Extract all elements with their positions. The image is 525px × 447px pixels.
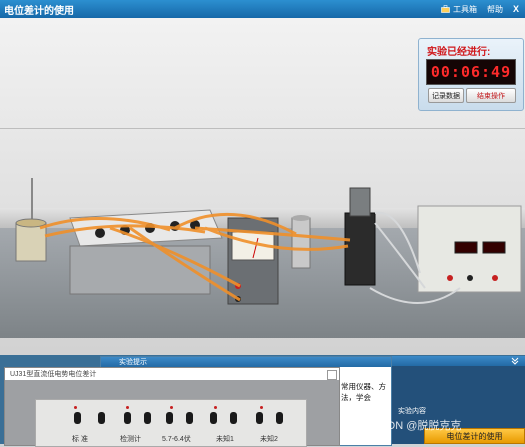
toolbox-button[interactable]: 工具箱 xyxy=(441,4,477,15)
terminal-dot xyxy=(74,406,77,409)
terminal-label: 未知1 xyxy=(216,436,234,443)
terminal-label: 标 准 xyxy=(72,436,88,443)
terminal-dot xyxy=(126,406,129,409)
standard-cell[interactable] xyxy=(291,215,311,269)
content-panel-title: 实验内容 xyxy=(398,408,426,415)
elapsed-time-display: 00:06:49 xyxy=(426,59,516,85)
toolbox-label: 工具箱 xyxy=(452,4,477,14)
hint-header[interactable]: 实验提示 xyxy=(101,357,391,367)
terminal-knob[interactable] xyxy=(144,412,151,424)
terminal-label: 5.7-6.4伏 xyxy=(162,436,191,443)
hint-text: 常用仪器、方法，学会 xyxy=(341,382,386,402)
terminal-knob[interactable] xyxy=(276,412,283,424)
potentiometer-face: 标 准 检测计 5.7-6.4伏 未知1 未知2 xyxy=(35,399,307,447)
terminal-knob[interactable] xyxy=(186,412,193,424)
terminal-dot xyxy=(214,406,217,409)
help-button[interactable]: 帮助 xyxy=(487,4,503,15)
image-window-close-button[interactable] xyxy=(327,370,337,380)
instrument-image-window[interactable]: UJ31型直流低电势电位差计 标 准 检测计 5.7-6.4伏 未知1 未知2 xyxy=(4,367,340,447)
terminal-knob[interactable] xyxy=(256,412,263,424)
title-bar: 电位差计的使用 工具箱 帮助 X xyxy=(0,0,525,18)
close-button[interactable]: X xyxy=(513,4,519,14)
terminal-knob[interactable] xyxy=(166,412,173,424)
thermostat-vessel[interactable] xyxy=(344,187,376,286)
toolbox-icon xyxy=(441,5,450,13)
terminal-knob[interactable] xyxy=(230,412,237,424)
expand-arrows-icon[interactable] xyxy=(511,357,519,365)
thermometer-beaker[interactable] xyxy=(15,178,47,262)
terminal-knob[interactable] xyxy=(210,412,217,424)
terminal-label: 检测计 xyxy=(120,436,141,443)
terminal-label: 未知2 xyxy=(260,436,278,443)
watermark: CSDN @脱脱克克 xyxy=(372,420,462,432)
content-panel-header[interactable] xyxy=(392,356,525,366)
terminal-dot xyxy=(170,406,173,409)
terminal-knob[interactable] xyxy=(74,412,81,424)
window-title: 电位差计的使用 xyxy=(4,5,74,17)
terminal-knob[interactable] xyxy=(124,412,131,424)
timer-label: 实验已经进行: xyxy=(427,47,491,58)
record-data-button[interactable]: 记录数据 xyxy=(428,88,464,103)
terminal-dot xyxy=(260,406,263,409)
end-operation-button[interactable]: 结束操作 xyxy=(466,88,516,103)
terminal-knob[interactable] xyxy=(98,412,105,424)
image-window-caption: UJ31型直流低电势电位差计 xyxy=(5,368,339,380)
timer-panel: 实验已经进行: 00:06:49 记录数据 结束操作 xyxy=(418,38,524,111)
dc-power-supply[interactable] xyxy=(417,205,522,293)
